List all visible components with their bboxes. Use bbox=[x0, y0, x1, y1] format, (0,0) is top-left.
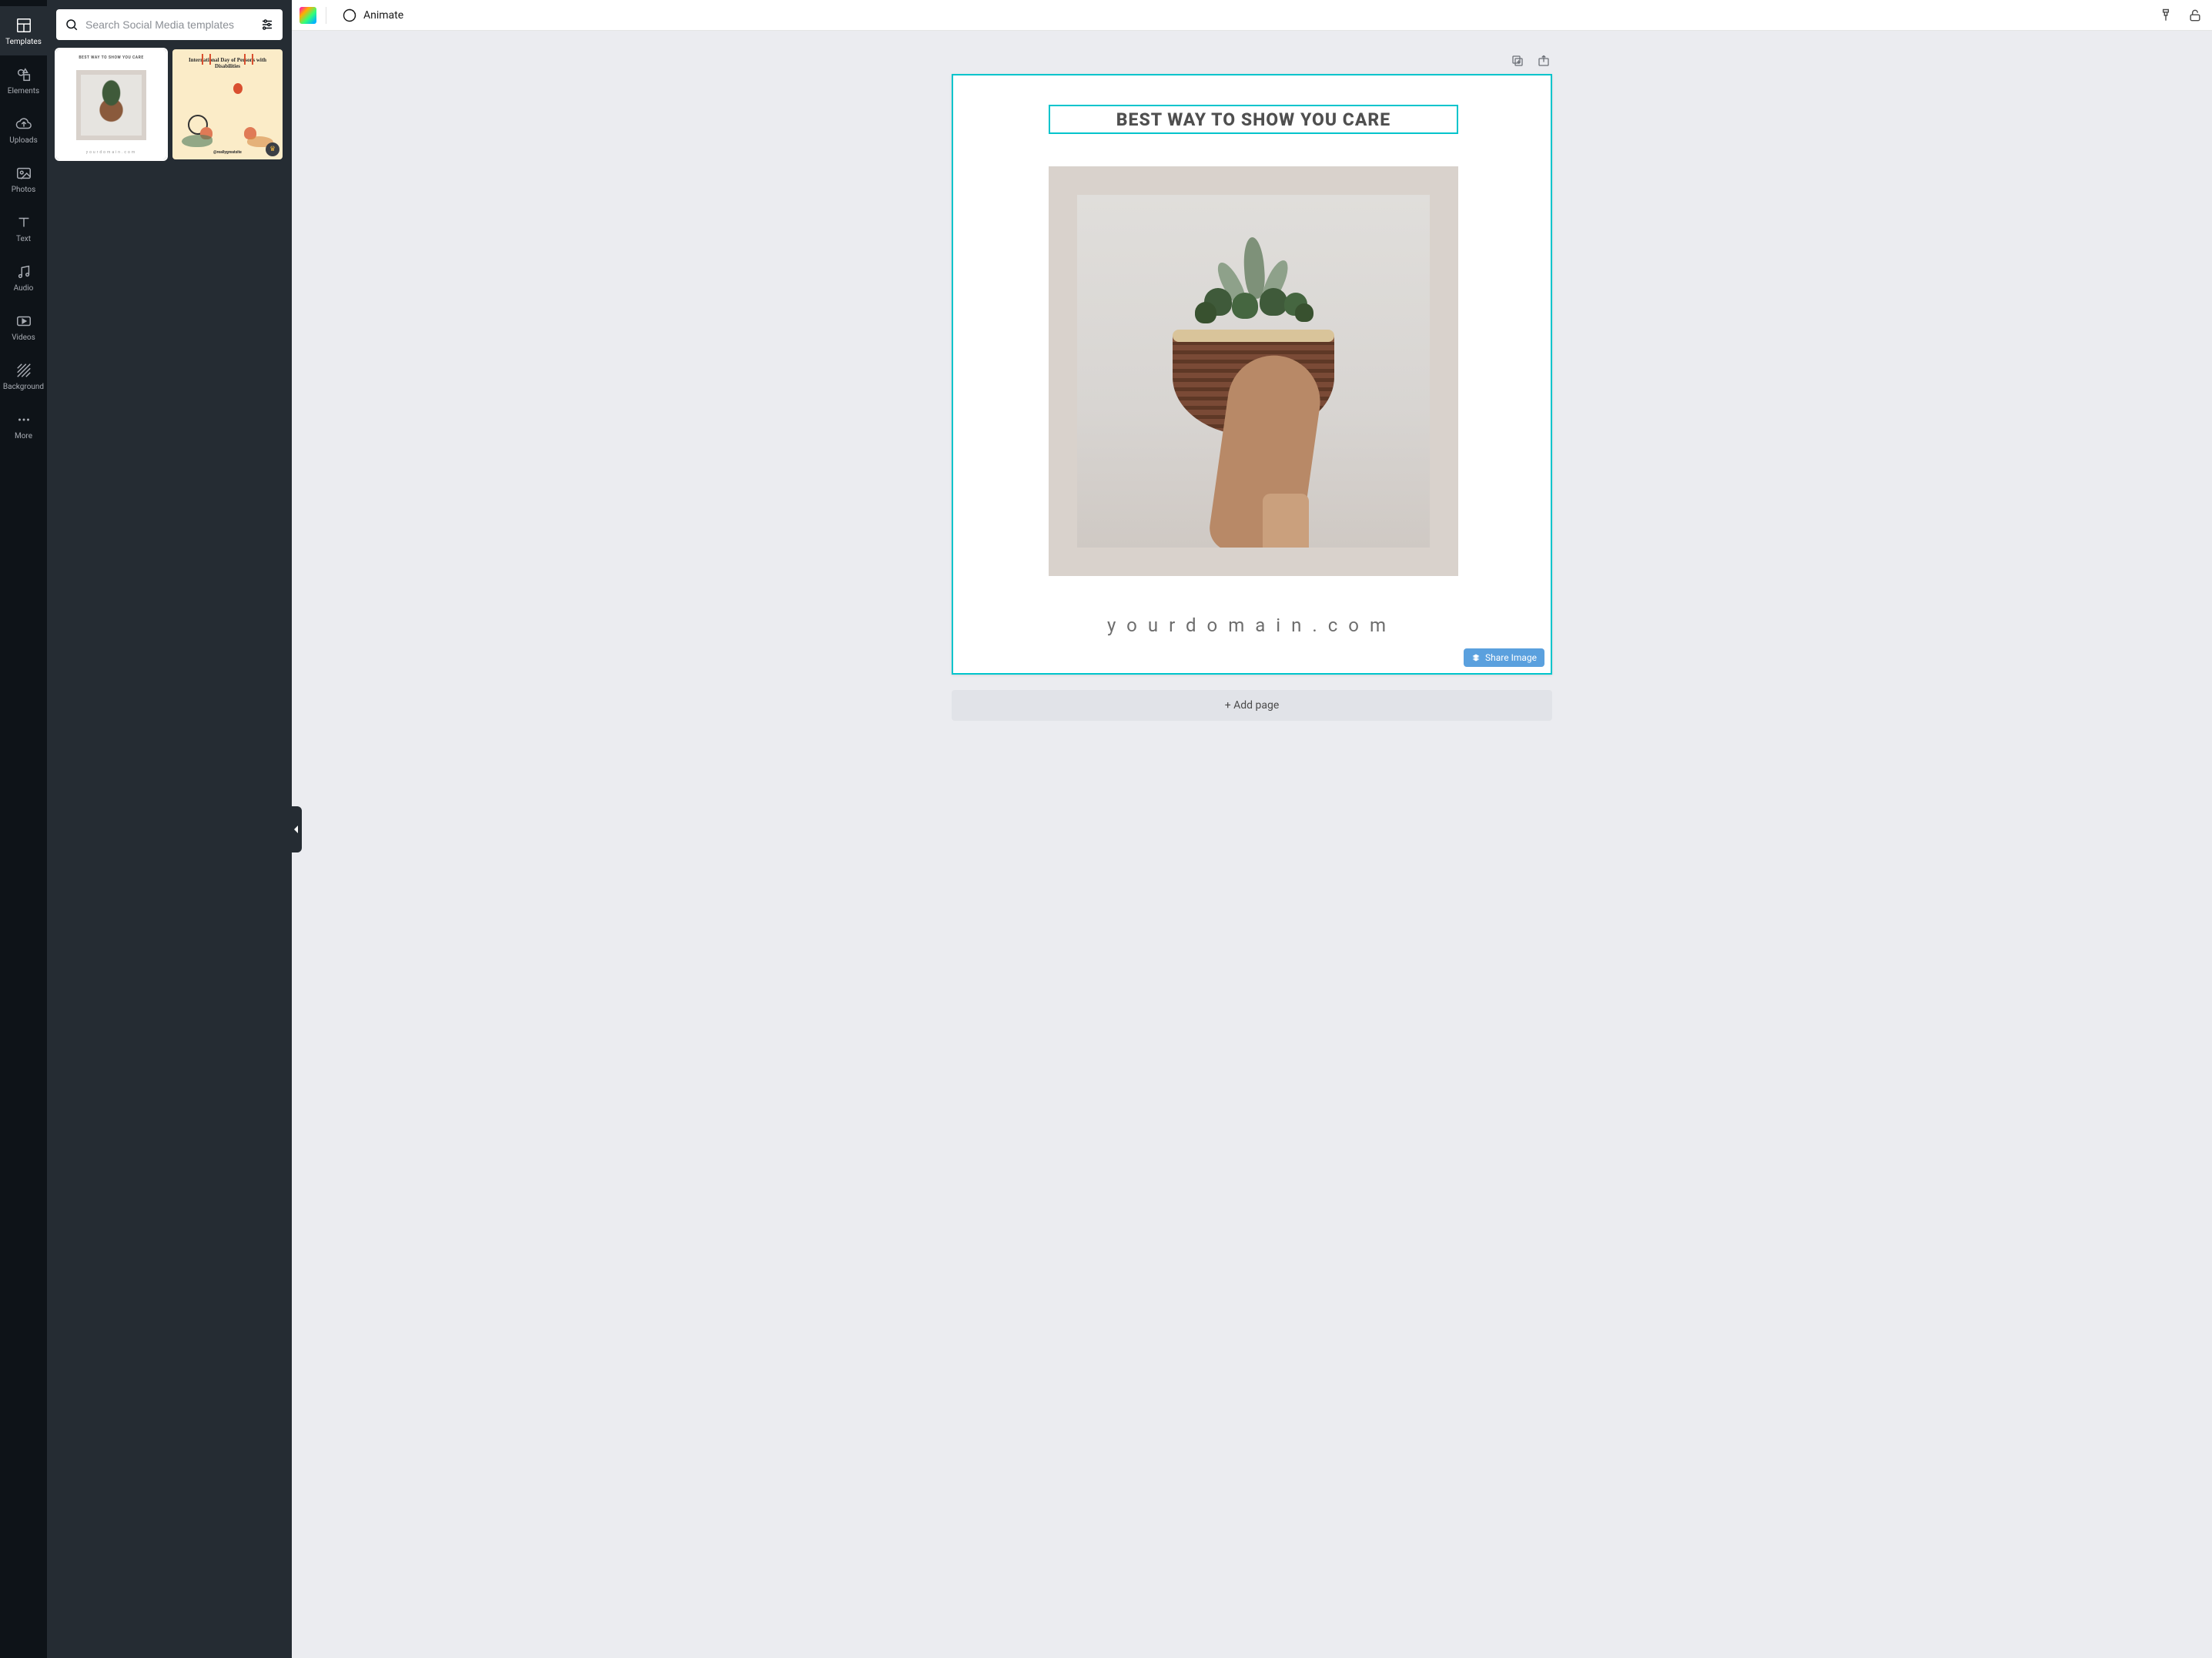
nav-label: Videos bbox=[12, 333, 35, 342]
nav-text[interactable]: Text bbox=[0, 203, 47, 253]
share-image-button[interactable]: Share Image bbox=[1464, 648, 1544, 667]
animate-icon bbox=[342, 8, 357, 23]
thumb-footer: @reallygreatsite bbox=[213, 150, 242, 155]
add-page-label: + Add page bbox=[1225, 699, 1280, 712]
domain-text[interactable]: yourdomain.com bbox=[953, 615, 1551, 636]
nav-templates[interactable]: Templates bbox=[0, 6, 47, 55]
canvas-area[interactable]: BEST WAY TO SHOW YOU CARE yourdomain.com bbox=[292, 31, 2212, 1658]
template-thumb[interactable]: International Day of Persons with Disabi… bbox=[172, 49, 283, 159]
videos-icon bbox=[15, 312, 33, 330]
filters-icon[interactable] bbox=[259, 17, 275, 32]
duplicate-page-button[interactable] bbox=[1509, 52, 1526, 69]
nav-label: Photos bbox=[12, 186, 36, 194]
share-label: Share Image bbox=[1485, 652, 1537, 663]
nav-label: Uploads bbox=[9, 136, 37, 145]
nav-more[interactable]: More bbox=[0, 400, 47, 450]
thumb-title: International Day of Persons with Disabi… bbox=[177, 57, 278, 69]
thumb-footer: yourdomain.com bbox=[86, 150, 137, 155]
animate-button[interactable]: Animate bbox=[336, 5, 410, 26]
photo-image bbox=[1077, 195, 1430, 548]
headline-text-box[interactable]: BEST WAY TO SHOW YOU CARE bbox=[1049, 105, 1458, 134]
templates-panel: BEST WAY TO SHOW YOU CARE yourdomain.com… bbox=[47, 0, 292, 1658]
color-picker-button[interactable] bbox=[300, 7, 316, 24]
premium-badge-icon: ♛ bbox=[266, 142, 279, 156]
headline-text: BEST WAY TO SHOW YOU CARE bbox=[1116, 109, 1390, 130]
collapse-panel-button[interactable] bbox=[291, 806, 302, 852]
topbar-right bbox=[2157, 6, 2204, 25]
search-input[interactable] bbox=[85, 18, 253, 31]
search-bar bbox=[56, 9, 283, 40]
more-icon bbox=[15, 410, 33, 429]
animate-label: Animate bbox=[363, 9, 403, 22]
app-root: Templates Elements Uploads Photos Text bbox=[0, 0, 2212, 1658]
add-page-button[interactable]: + Add page bbox=[952, 690, 1552, 721]
nav-label: More bbox=[15, 432, 32, 440]
nav-label: Elements bbox=[8, 87, 39, 95]
sidebar-nav: Templates Elements Uploads Photos Text bbox=[0, 0, 47, 1658]
thumb-title: BEST WAY TO SHOW YOU CARE bbox=[79, 55, 143, 60]
nav-label: Audio bbox=[14, 284, 34, 293]
nav-elements[interactable]: Elements bbox=[0, 55, 47, 105]
copy-style-button[interactable] bbox=[2157, 6, 2175, 25]
nav-uploads[interactable]: Uploads bbox=[0, 105, 47, 154]
template-thumb[interactable]: BEST WAY TO SHOW YOU CARE yourdomain.com bbox=[56, 49, 166, 159]
nav-photos[interactable]: Photos bbox=[0, 154, 47, 203]
nav-videos[interactable]: Videos bbox=[0, 302, 47, 351]
nav-label: Background bbox=[3, 383, 44, 391]
nav-label: Text bbox=[16, 235, 31, 243]
nav-audio[interactable]: Audio bbox=[0, 253, 47, 302]
background-icon bbox=[15, 361, 33, 380]
nav-background[interactable]: Background bbox=[0, 351, 47, 400]
canvas-page[interactable]: BEST WAY TO SHOW YOU CARE yourdomain.com bbox=[952, 74, 1552, 675]
templates-icon bbox=[15, 16, 33, 35]
uploads-icon bbox=[15, 115, 33, 133]
elements-icon bbox=[15, 65, 33, 84]
lock-button[interactable] bbox=[2186, 6, 2204, 25]
audio-icon bbox=[15, 263, 33, 281]
photo-frame[interactable] bbox=[1049, 166, 1458, 576]
search-icon bbox=[64, 17, 79, 32]
nav-label: Templates bbox=[5, 38, 42, 46]
thumb-image bbox=[76, 70, 146, 140]
photos-icon bbox=[15, 164, 33, 183]
thumb-image bbox=[177, 69, 278, 150]
layers-icon bbox=[1471, 653, 1481, 662]
template-grid: BEST WAY TO SHOW YOU CARE yourdomain.com… bbox=[56, 49, 283, 159]
text-icon bbox=[15, 213, 33, 232]
topbar: Animate bbox=[292, 0, 2212, 31]
export-page-button[interactable] bbox=[1535, 52, 1552, 69]
main-area: Animate BES bbox=[292, 0, 2212, 1658]
page-tools bbox=[952, 52, 1552, 69]
